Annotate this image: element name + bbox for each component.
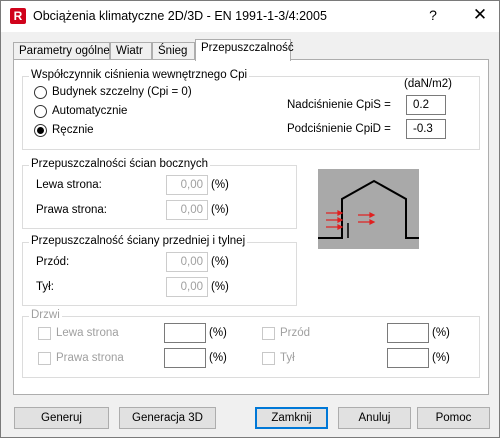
door-back-unit: (%) [432,352,450,364]
door-right-label: Prawa strona [56,352,124,364]
front-wall-unit: (%) [211,256,229,268]
side-walls-title: Przepuszczalności ścian bocznych [29,158,211,170]
radio-automatic[interactable] [34,105,47,118]
door-right-unit: (%) [209,352,227,364]
front-wall-input[interactable]: 0,00 [166,252,208,272]
underpressure-label: Podciśnienie CpiD = [287,123,391,135]
side-walls-group: Przepuszczalności ścian bocznych [22,158,297,229]
left-wall-unit: (%) [211,179,229,191]
close-button[interactable]: Zamknij [255,407,328,429]
right-wall-input[interactable]: 0,00 [166,200,208,220]
door-left-input[interactable] [164,323,206,343]
front-wall-label: Przód: [36,256,70,268]
right-wall-label: Prawa strona: [36,204,107,216]
help-button[interactable]: Pomoc [417,407,490,429]
door-back-label: Tył [280,352,295,364]
door-left-checkbox[interactable] [38,327,51,340]
door-right-checkbox[interactable] [38,352,51,365]
back-wall-unit: (%) [211,281,229,293]
radio-airtight-label: Budynek szczelny (Cpi = 0) [52,86,192,98]
overpressure-label: Nadciśnienie CpiS = [287,99,391,111]
underpressure-input[interactable]: -0.3 [406,119,446,139]
cpi-group-title: Współczynnik ciśnienia wewnętrznego Cpi [29,69,250,81]
back-wall-label: Tył: [36,281,54,293]
help-question-button[interactable]: ? [425,7,441,23]
tab-general-parameters[interactable]: Parametry ogólne [13,42,110,60]
robot-app-icon: R [10,8,26,24]
right-wall-unit: (%) [211,204,229,216]
tab-snow[interactable]: Śnieg [152,42,195,60]
overpressure-input[interactable]: 0.2 [406,95,446,115]
door-right-input[interactable] [164,348,206,368]
radio-airtight[interactable] [34,86,47,99]
left-wall-input[interactable]: 0,00 [166,175,208,195]
close-window-button[interactable]: ✕ [471,5,489,25]
front-back-group: Przepuszczalność ściany przedniej i tyln… [22,235,297,306]
door-front-input[interactable] [387,323,429,343]
generate-3d-button[interactable]: Generacja 3D [119,407,216,429]
radio-automatic-label: Automatycznie [52,105,128,117]
pressure-unit-label: (daN/m2) [404,78,452,90]
window-title: Obciążenia klimatyczne 2D/3D - EN 1991-1… [33,9,327,23]
tab-permeability[interactable]: Przepuszczalność [195,39,294,61]
door-front-checkbox[interactable] [262,327,275,340]
door-back-checkbox[interactable] [262,352,275,365]
tab-wind[interactable]: Wiatr [110,42,152,60]
radio-manual[interactable] [34,124,47,137]
building-illustration [318,169,419,249]
cancel-button[interactable]: Anuluj [338,407,411,429]
door-front-label: Przód [280,327,311,339]
permeability-panel: Współczynnik ciśnienia wewnętrznego Cpi … [13,59,489,395]
door-back-input[interactable] [387,348,429,368]
back-wall-input[interactable]: 0,00 [166,277,208,297]
radio-manual-label: Ręcznie [52,124,94,136]
doors-title: Drzwi [29,309,62,321]
door-front-unit: (%) [432,327,450,339]
dialog-window: R Obciążenia klimatyczne 2D/3D - EN 1991… [0,0,500,438]
front-back-title: Przepuszczalność ściany przedniej i tyln… [29,235,248,247]
generate-button[interactable]: Generuj [14,407,109,429]
left-wall-label: Lewa strona: [36,179,102,191]
door-left-unit: (%) [209,327,227,339]
door-left-label: Lewa strona [56,327,119,339]
title-bar: R Obciążenia klimatyczne 2D/3D - EN 1991… [1,1,499,32]
